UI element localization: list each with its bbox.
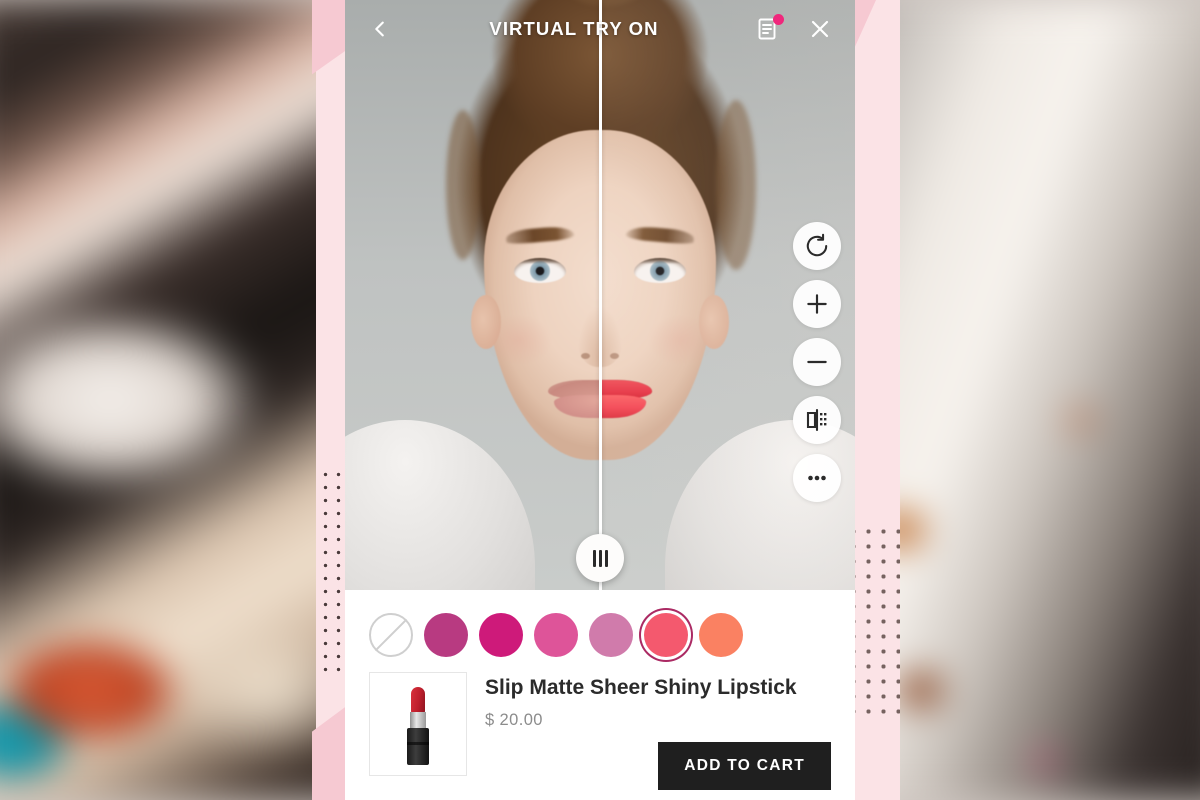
product-info: Slip Matte Sheer Shiny Lipstick $ 20.00 … (485, 672, 831, 791)
shade-swatch-none[interactable] (369, 613, 413, 657)
compare-mirror-icon (806, 408, 827, 432)
lipstick-tube (407, 728, 429, 765)
close-icon (811, 20, 829, 38)
tool-rail (793, 222, 841, 502)
lipstick-ring (407, 742, 429, 745)
ellipsis-icon (808, 475, 826, 481)
split-drag-handle[interactable] (576, 534, 624, 582)
shade-swatch-1[interactable] (424, 613, 468, 657)
more-options-button[interactable] (793, 454, 841, 502)
product-row: Slip Matte Sheer Shiny Lipstick $ 20.00 … (369, 672, 831, 791)
shade-swatch-6[interactable] (699, 613, 743, 657)
cheek-left (486, 315, 552, 365)
nostril-left (581, 353, 590, 359)
handle-bar (592, 549, 596, 567)
handle-bar (598, 549, 602, 567)
eye-right (634, 258, 686, 283)
product-sheet: Slip Matte Sheer Shiny Lipstick $ 20.00 … (345, 590, 855, 800)
shade-swatch-4[interactable] (589, 613, 633, 657)
cheek-right (648, 315, 714, 365)
back-button[interactable] (363, 12, 397, 46)
screenshot-stage: VIRTUAL TRY ON Slip Matte Sheer Shiny Li… (0, 0, 1200, 800)
eyelash-left (514, 258, 566, 264)
product-name: Slip Matte Sheer Shiny Lipstick (485, 676, 797, 699)
compare-split-button[interactable] (793, 396, 841, 444)
eyebrow-right (625, 225, 695, 245)
cart-row: ADD TO CART (485, 742, 831, 791)
before-after-divider (598, 0, 602, 590)
header-actions (751, 12, 837, 46)
shade-swatch-5[interactable] (644, 613, 688, 657)
hair-strand (446, 110, 480, 260)
eye-left (514, 258, 566, 283)
notification-badge (773, 14, 784, 25)
shade-swatch-2[interactable] (479, 613, 523, 657)
plus-icon (807, 294, 827, 314)
shade-swatch-3[interactable] (534, 613, 578, 657)
product-list-button[interactable] (751, 12, 785, 46)
zoom-in-button[interactable] (793, 280, 841, 328)
eyebrow-left (505, 225, 575, 245)
reset-button[interactable] (793, 222, 841, 270)
minus-icon (807, 360, 827, 364)
close-button[interactable] (803, 12, 837, 46)
background-photo-left (0, 0, 370, 800)
eyelash-right (634, 258, 686, 264)
zoom-out-button[interactable] (793, 338, 841, 386)
chevron-left-icon (375, 21, 384, 37)
app-header: VIRTUAL TRY ON (345, 0, 855, 58)
rotate-ccw-icon (806, 233, 828, 257)
handle-bar (604, 549, 608, 567)
lipstick-bullet (411, 687, 425, 713)
add-to-cart-button[interactable]: ADD TO CART (658, 742, 831, 791)
virtual-try-on-app: VIRTUAL TRY ON Slip Matte Sheer Shiny Li… (345, 0, 855, 800)
product-price: $ 20.00 (485, 711, 543, 730)
shade-swatch-list (369, 606, 831, 664)
lipstick-product-image (405, 687, 431, 765)
product-thumbnail[interactable] (369, 672, 467, 776)
hair-strand (716, 100, 756, 270)
page-title: VIRTUAL TRY ON (489, 18, 659, 39)
nostril-right (610, 353, 619, 359)
try-on-viewport[interactable]: VIRTUAL TRY ON (345, 0, 855, 590)
